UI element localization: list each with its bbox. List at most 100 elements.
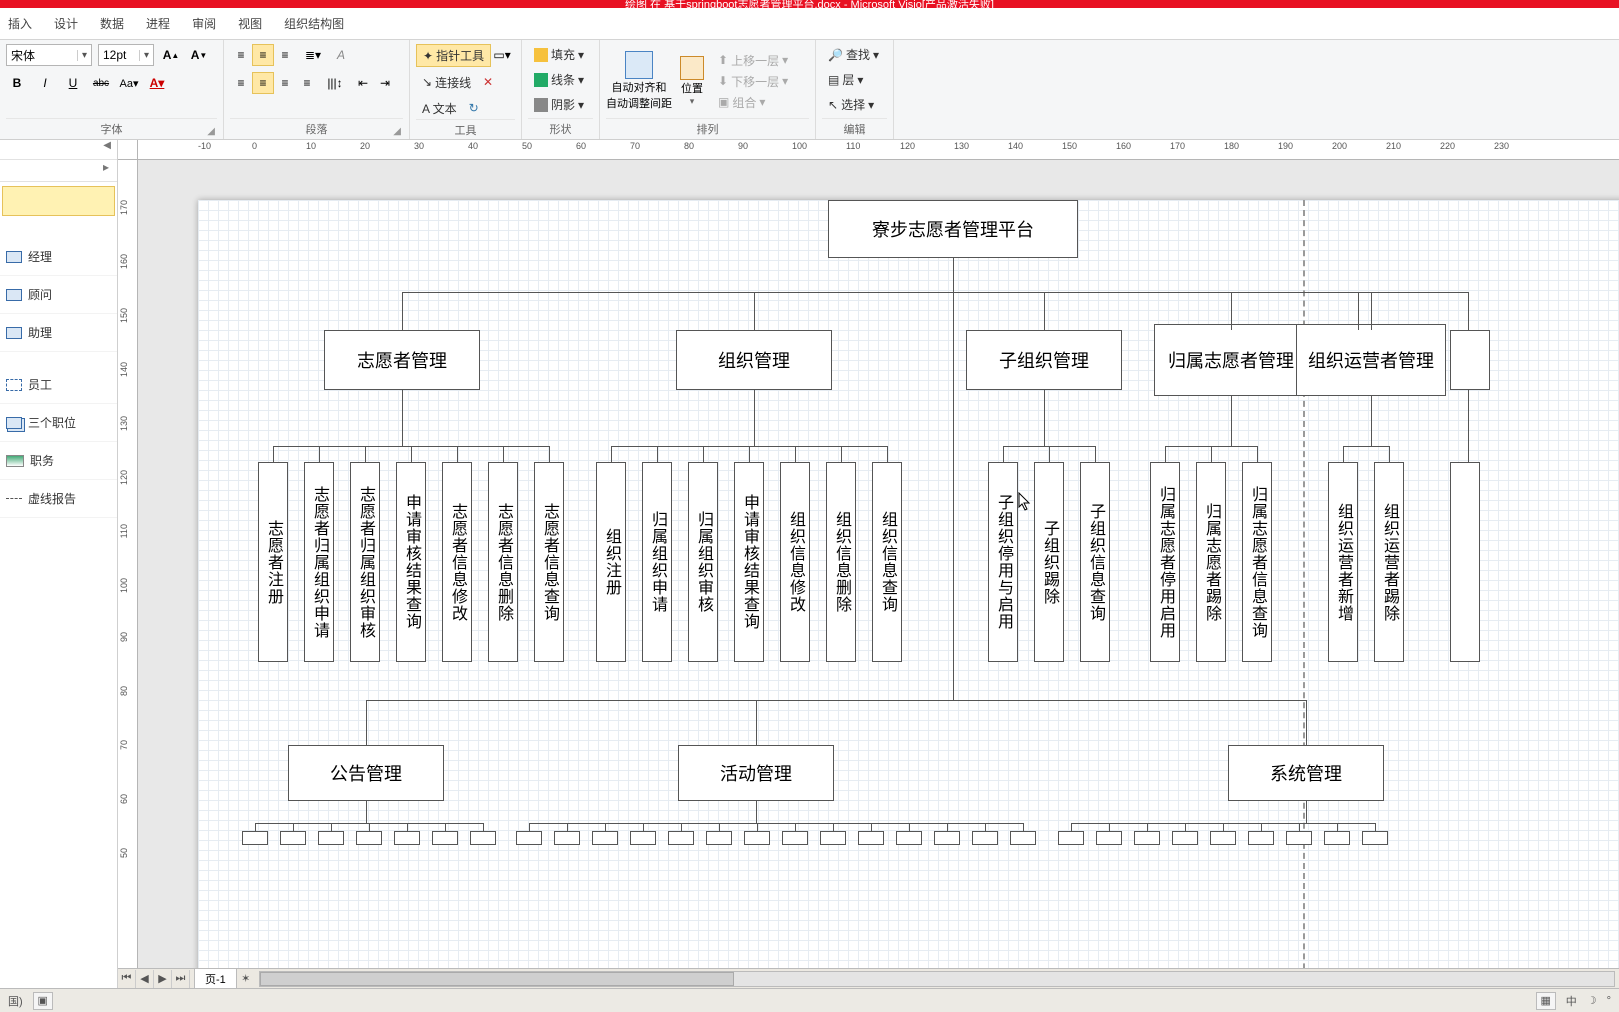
- ime-indicator[interactable]: 中: [1566, 993, 1577, 1009]
- prev-page-button[interactable]: ◀: [136, 970, 154, 988]
- org-stub[interactable]: [1362, 831, 1388, 845]
- org-stub[interactable]: [1058, 831, 1084, 845]
- org-stub[interactable]: [1096, 831, 1122, 845]
- font-color-button[interactable]: A▾: [146, 72, 168, 94]
- new-page-button[interactable]: ✶: [237, 970, 255, 988]
- org-stub[interactable]: [280, 831, 306, 845]
- group-button[interactable]: ▣ 组合 ▾: [712, 92, 794, 113]
- org-stub[interactable]: [356, 831, 382, 845]
- view-normal-button[interactable]: ▦: [1536, 992, 1556, 1010]
- case-button[interactable]: Aa▾: [118, 72, 140, 94]
- org-l1[interactable]: 组织运营者管理: [1296, 324, 1446, 396]
- select-button[interactable]: ↖ 选择 ▾: [822, 94, 880, 115]
- connector-tool-button[interactable]: ↘ 连接线: [416, 71, 477, 93]
- org-stub[interactable]: [516, 831, 542, 845]
- org-leaf[interactable]: 组织运营者踢除: [1374, 462, 1404, 662]
- bold-button[interactable]: B: [6, 72, 28, 94]
- org-l1[interactable]: 归属志愿者管理: [1154, 324, 1308, 396]
- org-stub[interactable]: [242, 831, 268, 845]
- org-stub[interactable]: [318, 831, 344, 845]
- org-leaf[interactable]: 组织注册: [596, 462, 626, 662]
- menu-process[interactable]: 进程: [146, 15, 170, 32]
- indent-dec-button[interactable]: ⇤: [352, 72, 374, 94]
- horizontal-scrollbar[interactable]: [259, 971, 1615, 987]
- align-justify-button[interactable]: ≡: [296, 72, 318, 94]
- org-l1-partial[interactable]: [1450, 330, 1490, 390]
- valign-bot-button[interactable]: ≡: [274, 44, 296, 66]
- pointer-tool-button[interactable]: ✦ 指针工具: [416, 44, 491, 67]
- org-stub[interactable]: [1172, 831, 1198, 845]
- org-root[interactable]: 寮步志愿者管理平台: [828, 200, 1078, 258]
- org-leaf[interactable]: 归属志愿者信息查询: [1242, 462, 1272, 662]
- org-leaf[interactable]: 子组织停用与启用: [988, 462, 1018, 662]
- italic-button[interactable]: I: [34, 72, 56, 94]
- grow-font-button[interactable]: A▲: [160, 44, 182, 66]
- text-tool-button[interactable]: A 文本: [416, 97, 463, 119]
- org-stub[interactable]: [668, 831, 694, 845]
- shape-position[interactable]: 职务: [0, 442, 117, 480]
- fill-button[interactable]: 填充 ▾: [528, 44, 590, 65]
- menu-data[interactable]: 数据: [100, 15, 124, 32]
- org-leaf[interactable]: 志愿者归属组织申请: [304, 462, 334, 662]
- scrollbar-thumb[interactable]: [260, 972, 734, 986]
- org-leaf[interactable]: 志愿者归属组织审核: [350, 462, 380, 662]
- send-backward-button[interactable]: ⬇ 下移一层 ▾: [712, 71, 794, 92]
- org-leaf-partial[interactable]: [1450, 462, 1480, 662]
- org-leaf[interactable]: 归属组织申请: [642, 462, 672, 662]
- org-leaf[interactable]: 子组织信息查询: [1080, 462, 1110, 662]
- shadow-button[interactable]: 阴影 ▾: [528, 94, 590, 115]
- drawing-canvas[interactable]: 寮步志愿者管理平台志愿者管理 组织管理 子组织管理归属志愿者管理组织运营者管理志愿者…: [138, 160, 1619, 988]
- org-leaf[interactable]: 申请审核结果查询: [396, 462, 426, 662]
- last-page-button[interactable]: ⏭: [172, 970, 190, 988]
- org-stub[interactable]: [630, 831, 656, 845]
- org-l1[interactable]: 公告管理: [288, 745, 444, 801]
- close-x-button[interactable]: ✕: [477, 71, 499, 93]
- org-l1[interactable]: 组织管理: [676, 330, 832, 390]
- org-stub[interactable]: [432, 831, 458, 845]
- shape-assistant[interactable]: 助理: [0, 314, 117, 352]
- org-stub[interactable]: [470, 831, 496, 845]
- org-stub[interactable]: [896, 831, 922, 845]
- org-leaf[interactable]: 归属志愿者踢除: [1196, 462, 1226, 662]
- org-l1[interactable]: 子组织管理: [966, 330, 1122, 390]
- shapes-search-row[interactable]: [2, 186, 115, 216]
- org-l1[interactable]: 志愿者管理: [324, 330, 480, 390]
- line-button[interactable]: 线条 ▾: [528, 69, 590, 90]
- org-l1[interactable]: 系统管理: [1228, 745, 1384, 801]
- org-leaf[interactable]: 组织运营者新增: [1328, 462, 1358, 662]
- rect-tool-button[interactable]: ▭▾: [491, 44, 513, 66]
- shape-three-positions[interactable]: 三个职位: [0, 404, 117, 442]
- org-leaf[interactable]: 组织信息删除: [826, 462, 856, 662]
- org-stub[interactable]: [934, 831, 960, 845]
- org-leaf[interactable]: 归属志愿者停用启用: [1150, 462, 1180, 662]
- org-stub[interactable]: [1010, 831, 1036, 845]
- org-leaf[interactable]: 志愿者信息删除: [488, 462, 518, 662]
- org-stub[interactable]: [1286, 831, 1312, 845]
- menu-insert[interactable]: 插入: [8, 15, 32, 32]
- org-stub[interactable]: [1134, 831, 1160, 845]
- shape-manager[interactable]: 经理: [0, 238, 117, 276]
- dialog-launcher-icon[interactable]: ◢: [393, 126, 401, 137]
- first-page-button[interactable]: ⏮: [118, 970, 136, 988]
- bring-forward-button[interactable]: ⬆ 上移一层 ▾: [712, 50, 794, 71]
- menu-review[interactable]: 审阅: [192, 15, 216, 32]
- org-stub[interactable]: [744, 831, 770, 845]
- valign-top-button[interactable]: ≡: [230, 44, 252, 66]
- org-stub[interactable]: [1248, 831, 1274, 845]
- page-surface[interactable]: 寮步志愿者管理平台志愿者管理 组织管理 子组织管理归属志愿者管理组织运营者管理志愿者…: [198, 200, 1619, 988]
- org-stub[interactable]: [820, 831, 846, 845]
- org-stub[interactable]: [858, 831, 884, 845]
- org-leaf[interactable]: 志愿者信息查询: [534, 462, 564, 662]
- find-button[interactable]: 🔎 查找 ▾: [822, 44, 885, 65]
- bullets-button[interactable]: ≣▾: [302, 44, 324, 66]
- menu-orgchart[interactable]: 组织结构图: [284, 15, 344, 32]
- next-page-button[interactable]: ▶: [154, 970, 172, 988]
- page-tab-1[interactable]: 页-1: [194, 968, 237, 988]
- org-stub[interactable]: [1210, 831, 1236, 845]
- text-direction-button[interactable]: |||↕: [324, 72, 346, 94]
- chevron-down-icon[interactable]: ▾: [77, 50, 91, 61]
- org-leaf[interactable]: 组织信息查询: [872, 462, 902, 662]
- org-leaf[interactable]: 志愿者信息修改: [442, 462, 472, 662]
- org-stub[interactable]: [554, 831, 580, 845]
- org-stub[interactable]: [972, 831, 998, 845]
